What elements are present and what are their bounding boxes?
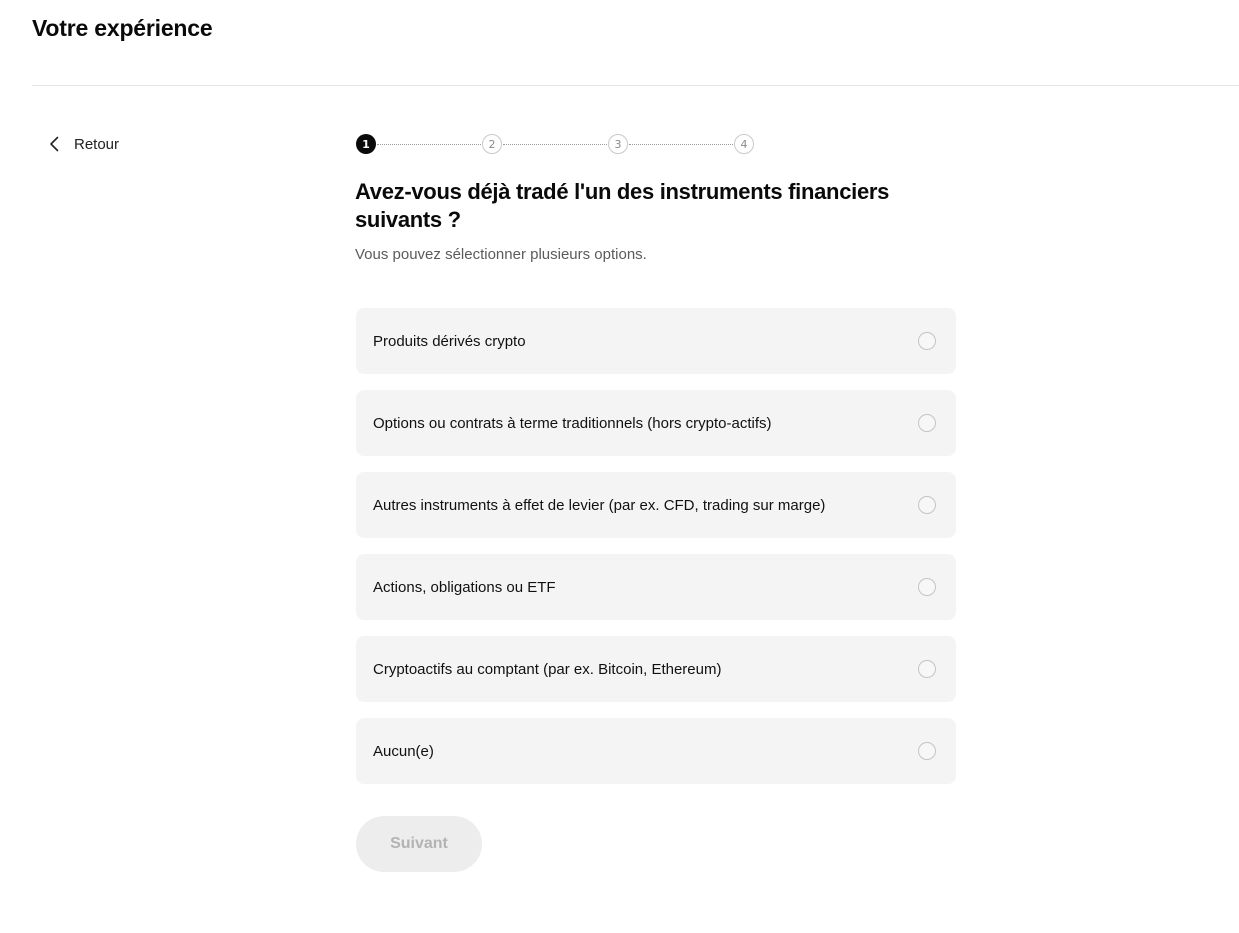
step-3: 3 [608,134,628,154]
next-button[interactable]: Suivant [356,816,482,872]
step-4: 4 [734,134,754,154]
back-button[interactable]: Retour [46,132,119,156]
page-title: Votre expérience [32,15,213,41]
option-none[interactable]: Aucun(e) [356,718,956,784]
option-label: Actions, obligations ou ETF [373,578,556,596]
step-1: 1 [356,134,376,154]
step-2: 2 [482,134,502,154]
step-connector [503,144,607,145]
option-label: Options ou contrats à terme traditionnel… [373,414,772,432]
question-hint: Vous pouvez sélectionner plusieurs optio… [355,246,647,263]
option-traditional-futures[interactable]: Options ou contrats à terme traditionnel… [356,390,956,456]
option-label: Cryptoactifs au comptant (par ex. Bitcoi… [373,660,722,678]
option-stocks-bonds-etf[interactable]: Actions, obligations ou ETF [356,554,956,620]
back-label: Retour [74,135,120,153]
question-title: Avez-vous déjà tradé l'un des instrument… [355,179,890,232]
step-connector [629,144,733,145]
radio-button[interactable] [918,414,936,432]
radio-button[interactable] [918,332,936,350]
option-crypto-derivatives[interactable]: Produits dérivés crypto [356,308,956,374]
header-divider [32,85,1239,86]
radio-button[interactable] [918,660,936,678]
step-connector [377,144,481,145]
radio-button[interactable] [918,578,936,596]
radio-button[interactable] [918,496,936,514]
option-label: Autres instruments à effet de levier (pa… [373,496,826,514]
option-spot-crypto[interactable]: Cryptoactifs au comptant (par ex. Bitcoi… [356,636,956,702]
option-leveraged-instruments[interactable]: Autres instruments à effet de levier (pa… [356,472,956,538]
option-label: Aucun(e) [373,742,434,760]
option-label: Produits dérivés crypto [373,332,526,350]
chevron-left-icon [46,135,64,153]
options-list: Produits dérivés crypto Options ou contr… [356,308,956,800]
progress-stepper: 1 2 3 4 [355,134,757,156]
radio-button[interactable] [918,742,936,760]
